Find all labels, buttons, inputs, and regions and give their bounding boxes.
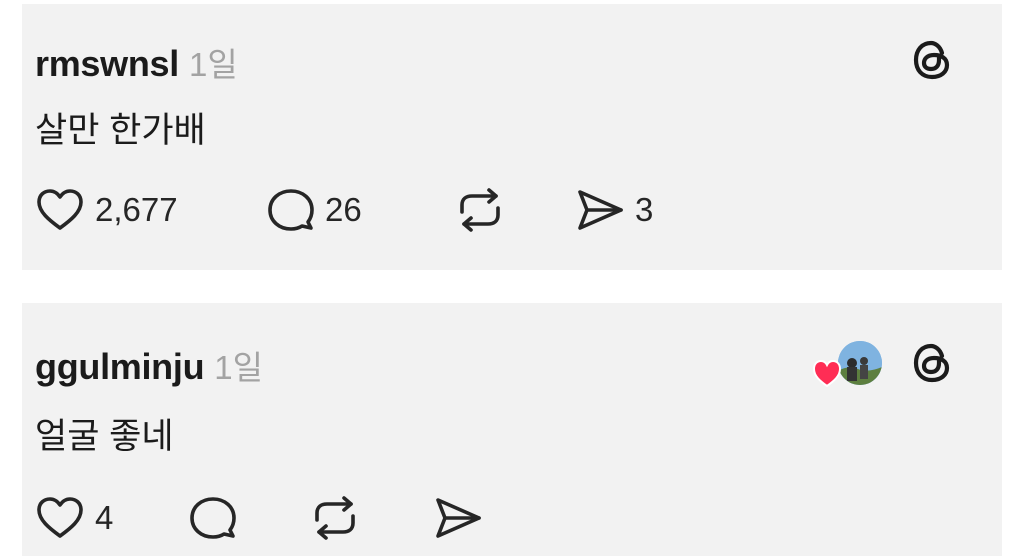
avatar-photo [838,341,882,385]
threads-icon[interactable] [910,341,954,385]
post-header: ggulminju 1일 [35,341,263,389]
repost-button[interactable] [310,493,370,543]
threads-icon[interactable] [910,38,954,82]
reply-button[interactable]: 26 [265,185,362,235]
send-icon [436,498,481,538]
heart-icon [37,497,83,538]
like-count: 4 [95,499,114,536]
post-card[interactable]: rmswnsl 1일 살만 한가배 2,677 26 3 [22,4,1002,270]
liked-by-avatar[interactable] [812,341,882,391]
like-button[interactable]: 4 [35,493,113,543]
share-button[interactable]: 3 [575,185,653,235]
username[interactable]: ggulminju [35,346,205,388]
post-actions: 4 [35,493,935,543]
heart-icon [37,189,83,230]
post-text: 얼굴 좋네 [35,417,174,456]
share-button[interactable] [433,493,493,543]
timestamp: 1일 [214,349,263,386]
reply-count: 26 [325,191,362,228]
like-button[interactable]: 2,677 [35,185,178,235]
comment-icon [190,497,236,539]
liked-heart-icon [812,359,842,388]
reply-button[interactable] [187,493,247,543]
comment-icon [268,189,314,231]
post-card[interactable]: ggulminju 1일 얼굴 좋네 4 [22,303,1002,556]
repost-button[interactable] [455,185,515,235]
send-icon [578,190,623,230]
timestamp: 1일 [188,46,238,83]
post-actions: 2,677 26 3 [35,185,935,235]
avatar [838,341,882,385]
post-header: rmswnsl 1일 [35,38,238,86]
like-count: 2,677 [95,191,178,228]
share-count: 3 [635,191,654,228]
username[interactable]: rmswnsl [35,43,179,85]
post-text: 살만 한가배 [35,111,206,150]
repost-icon [460,188,500,232]
repost-icon [315,496,355,540]
